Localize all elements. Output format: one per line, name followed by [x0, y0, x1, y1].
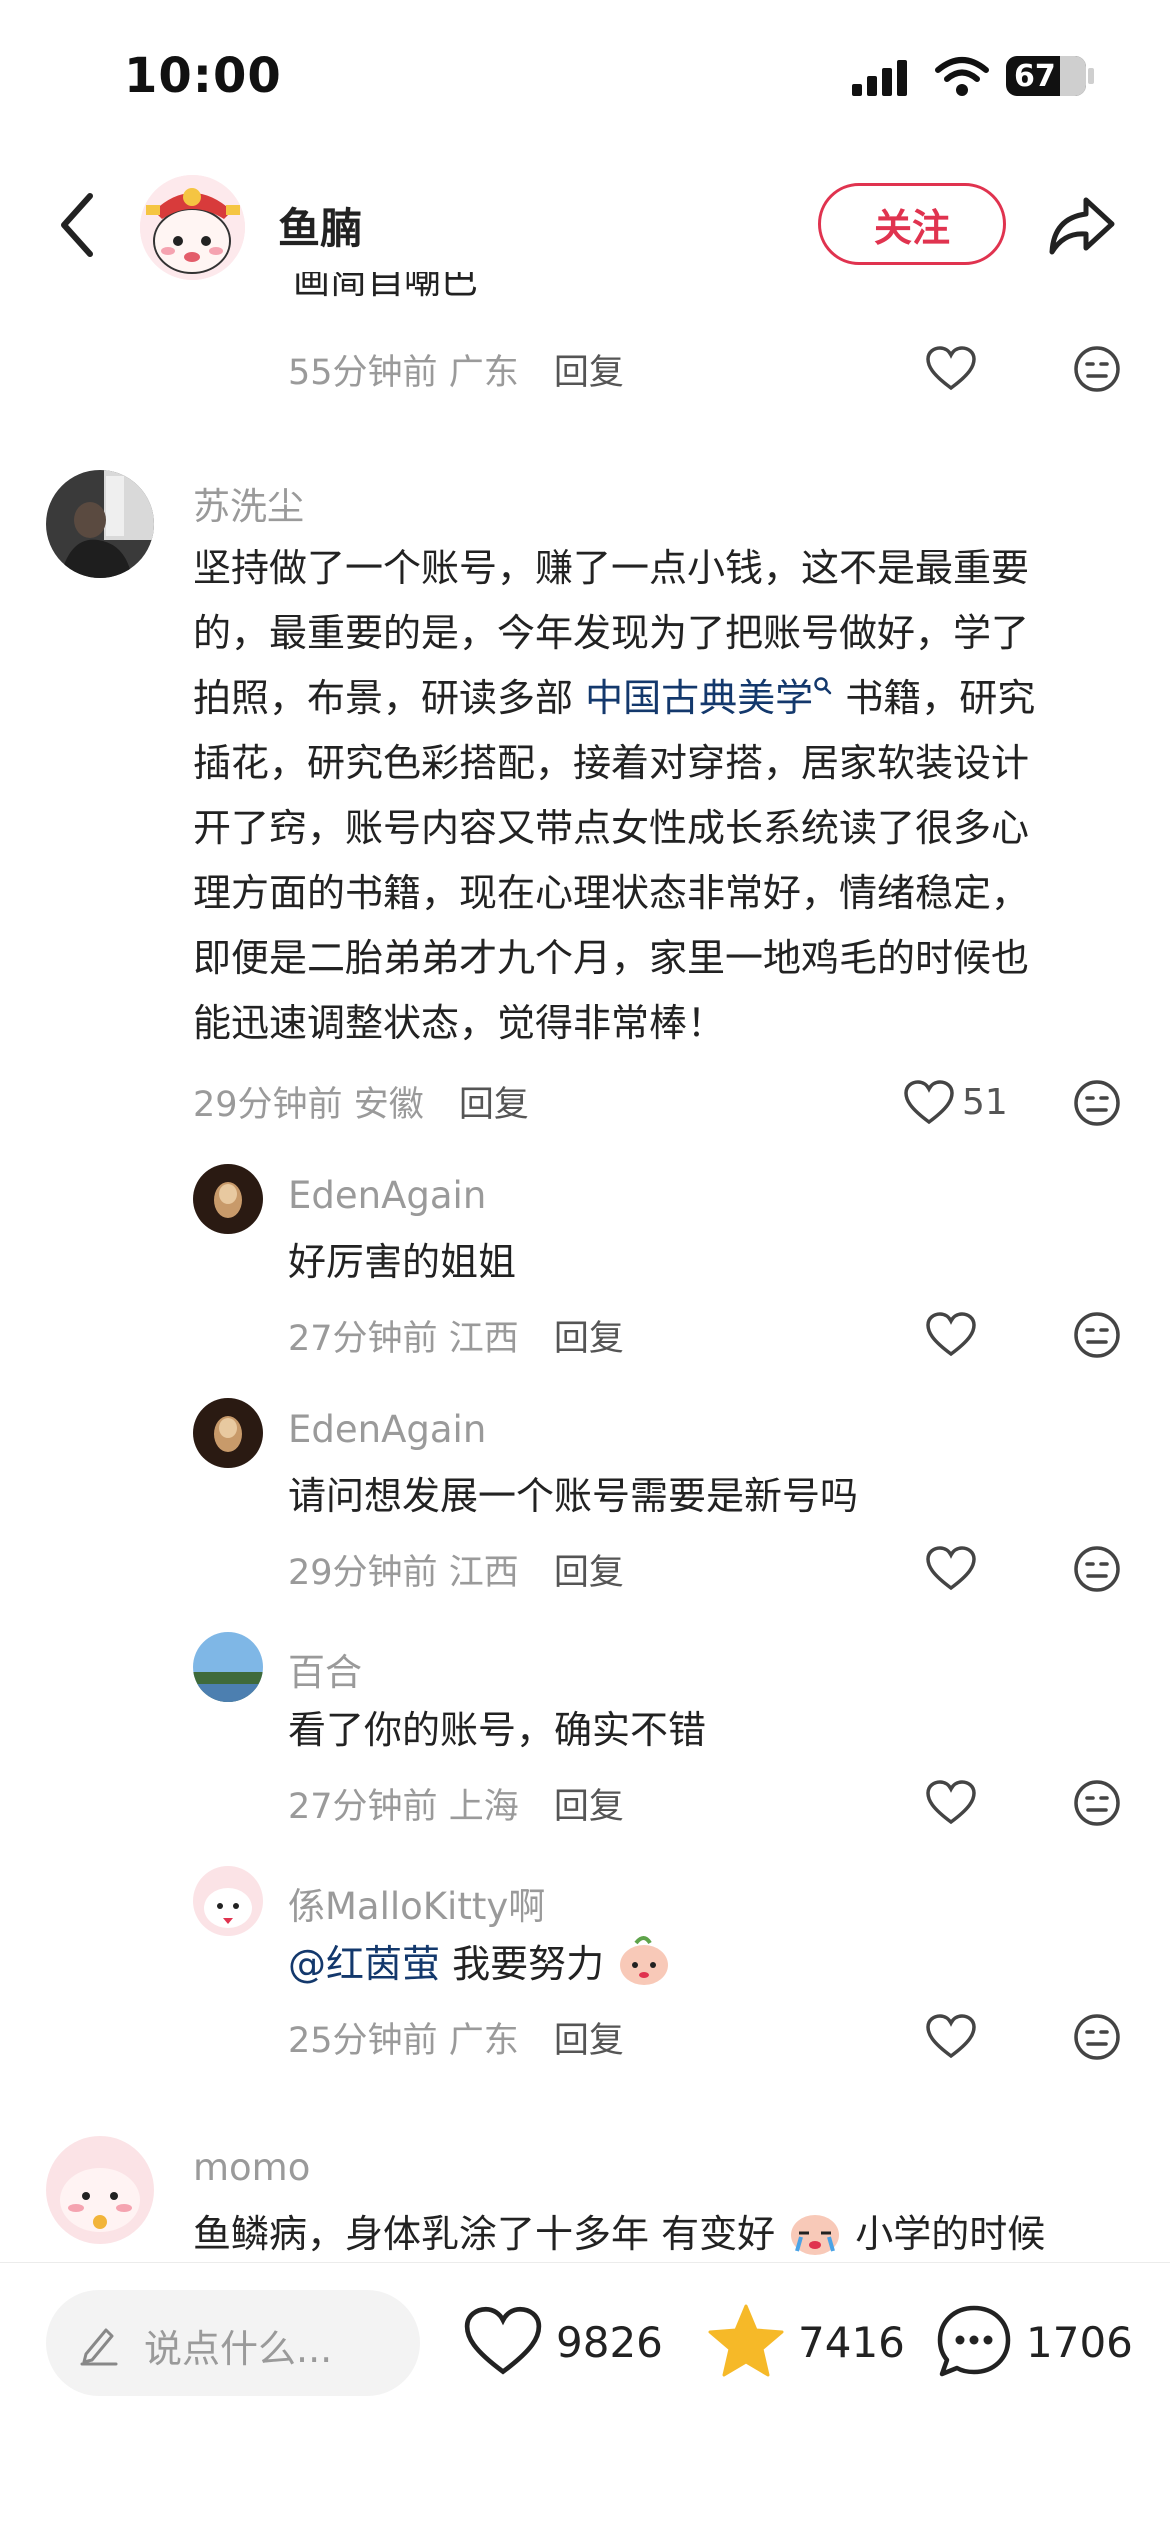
reply-username[interactable]: EdenAgain [288, 1174, 486, 1217]
reply-username[interactable]: 百合 [288, 1642, 362, 1696]
author-avatar[interactable] [140, 175, 245, 280]
dislike-icon[interactable] [1072, 344, 1122, 394]
comment-line: 拍照，布景，研读多部 中国古典美学 书籍，研究 [193, 676, 1036, 720]
comment-location: 上海 [448, 1787, 519, 1827]
reply-button[interactable]: 回复 [554, 1553, 624, 1593]
mention-link[interactable]: @红茵萤 [288, 1942, 440, 1986]
dislike-icon[interactable] [1072, 2012, 1122, 2062]
reply-button[interactable]: 回复 [554, 1319, 624, 1359]
like-icon[interactable] [926, 1312, 976, 1358]
like-icon[interactable] [904, 1080, 954, 1126]
comment-line: 理方面的书籍，现在心理状态非常好，情绪稳定， [193, 871, 1030, 915]
follow-button[interactable]: 关注 [818, 183, 1006, 265]
crying-emoji-icon [791, 2215, 840, 2255]
comment-time: 29分钟前 [288, 1553, 438, 1593]
back-icon[interactable] [52, 190, 102, 260]
dislike-icon[interactable] [1072, 1078, 1122, 1128]
post-comment-count: 1706 [1026, 2318, 1133, 2367]
comment-line: 插花，研究色彩搭配，接着对穿搭，居家软装设计 [193, 741, 1030, 785]
main-comment-meta: 29分钟前 安徽 回复 [193, 1076, 529, 1127]
author-name[interactable]: 鱼腩 [278, 195, 362, 256]
reply-avatar[interactable] [193, 1164, 263, 1234]
comment-location: 广东 [448, 2021, 519, 2061]
reply-text-container: @红茵萤 我要努力 [288, 1932, 672, 1996]
comment-line: 即便是二胎弟弟才九个月，家里一地鸡毛的时候也 [193, 936, 1030, 980]
reply-meta: 29分钟前 江西 回复 [288, 1544, 624, 1595]
reply-username[interactable]: EdenAgain [288, 1408, 486, 1451]
reply-avatar[interactable] [193, 1632, 263, 1702]
like-icon[interactable] [926, 2014, 976, 2060]
cry-blush-emoji-icon [620, 1936, 669, 1985]
battery-level: 67 [1014, 59, 1056, 94]
reply-avatar[interactable] [193, 1866, 263, 1936]
comment-time: 55分钟前 [288, 353, 438, 393]
reply-button[interactable]: 回复 [459, 1085, 529, 1125]
status-time: 10:00 [124, 48, 282, 104]
reply-username[interactable]: 係MalloKitty啊 [288, 1876, 545, 1930]
comment-location: 江西 [448, 1319, 519, 1359]
comment-text: 鱼鳞病，身体乳涂了十多年 有变好 小学的时候 [193, 2202, 1133, 2267]
topic-link[interactable]: 中国古典美学 [585, 676, 833, 720]
comment-time: 25分钟前 [288, 2021, 438, 2061]
dislike-icon[interactable] [1072, 1778, 1122, 1828]
comment-line: 开了窍，账号内容又带点女性成长系统读了很多心 [193, 806, 1030, 850]
comment-line: 的，最重要的是，今年发现为了把账号做好，学了 [193, 611, 1030, 655]
dislike-icon[interactable] [1072, 1544, 1122, 1594]
comment-text: 坚持做了一个账号，赚了一点小钱，这不是最重要 的，最重要的是，今年发现为了把账号… [193, 536, 1113, 1056]
like-icon[interactable] [926, 1780, 976, 1826]
reply-text: 请问想发展一个账号需要是新号吗 [288, 1474, 859, 1518]
reply-avatar[interactable] [193, 1398, 263, 1468]
post-star-count: 7416 [798, 2318, 905, 2367]
reply-button[interactable]: 回复 [554, 1787, 624, 1827]
battery-icon: 67 [1006, 56, 1086, 96]
comment-location: 江西 [448, 1553, 519, 1593]
comment-location: 安徽 [353, 1085, 424, 1125]
share-icon[interactable] [1046, 190, 1118, 260]
battery-tip [1088, 68, 1094, 84]
reply-meta: 27分钟前 江西 回复 [288, 1310, 624, 1361]
comment-line: 能迅速调整状态，觉得非常棒！ [193, 1001, 726, 1045]
comment-input-placeholder[interactable]: 说点什么... [144, 2318, 332, 2373]
reply-button[interactable]: 回复 [554, 2021, 624, 2061]
comment-location: 广东 [448, 353, 519, 393]
commenter-avatar[interactable] [46, 2136, 154, 2244]
post-like-count: 9826 [556, 2318, 663, 2367]
reply-button[interactable]: 回复 [554, 353, 624, 393]
commenter-avatar[interactable] [46, 470, 154, 578]
reply-meta: 25分钟前 广东 回复 [288, 2012, 624, 2063]
comment-time: 27分钟前 [288, 1319, 438, 1359]
reply-text: 我要努力 [452, 1942, 605, 1986]
search-icon [814, 677, 832, 695]
comment-bubble-icon[interactable] [934, 2302, 1014, 2380]
comment-username[interactable]: momo [193, 2146, 310, 2189]
comment-time: 29分钟前 [193, 1085, 343, 1125]
like-post-icon[interactable] [464, 2306, 542, 2378]
star-collect-icon[interactable] [706, 2302, 786, 2380]
comment-time: 27分钟前 [288, 1787, 438, 1827]
wifi-icon [935, 57, 989, 96]
like-icon[interactable] [926, 346, 976, 392]
dislike-icon[interactable] [1072, 1310, 1122, 1360]
reply-text: 好厉害的姐姐 [288, 1240, 517, 1284]
signal-icon [852, 60, 907, 96]
comment-username[interactable]: 苏洗尘 [193, 476, 304, 530]
comment-line: 坚持做了一个账号，赚了一点小钱，这不是最重要 [193, 546, 1030, 590]
prev-comment-text-fragment: 画简自嘲巴 [293, 272, 478, 302]
reply-meta: 27分钟前 上海 回复 [288, 1778, 624, 1829]
pencil-icon [80, 2328, 118, 2366]
prev-comment-meta: 55分钟前 广东 回复 [288, 344, 624, 395]
reply-text: 看了你的账号，确实不错 [288, 1708, 707, 1752]
like-count: 51 [962, 1082, 1008, 1123]
like-icon[interactable] [926, 1546, 976, 1592]
